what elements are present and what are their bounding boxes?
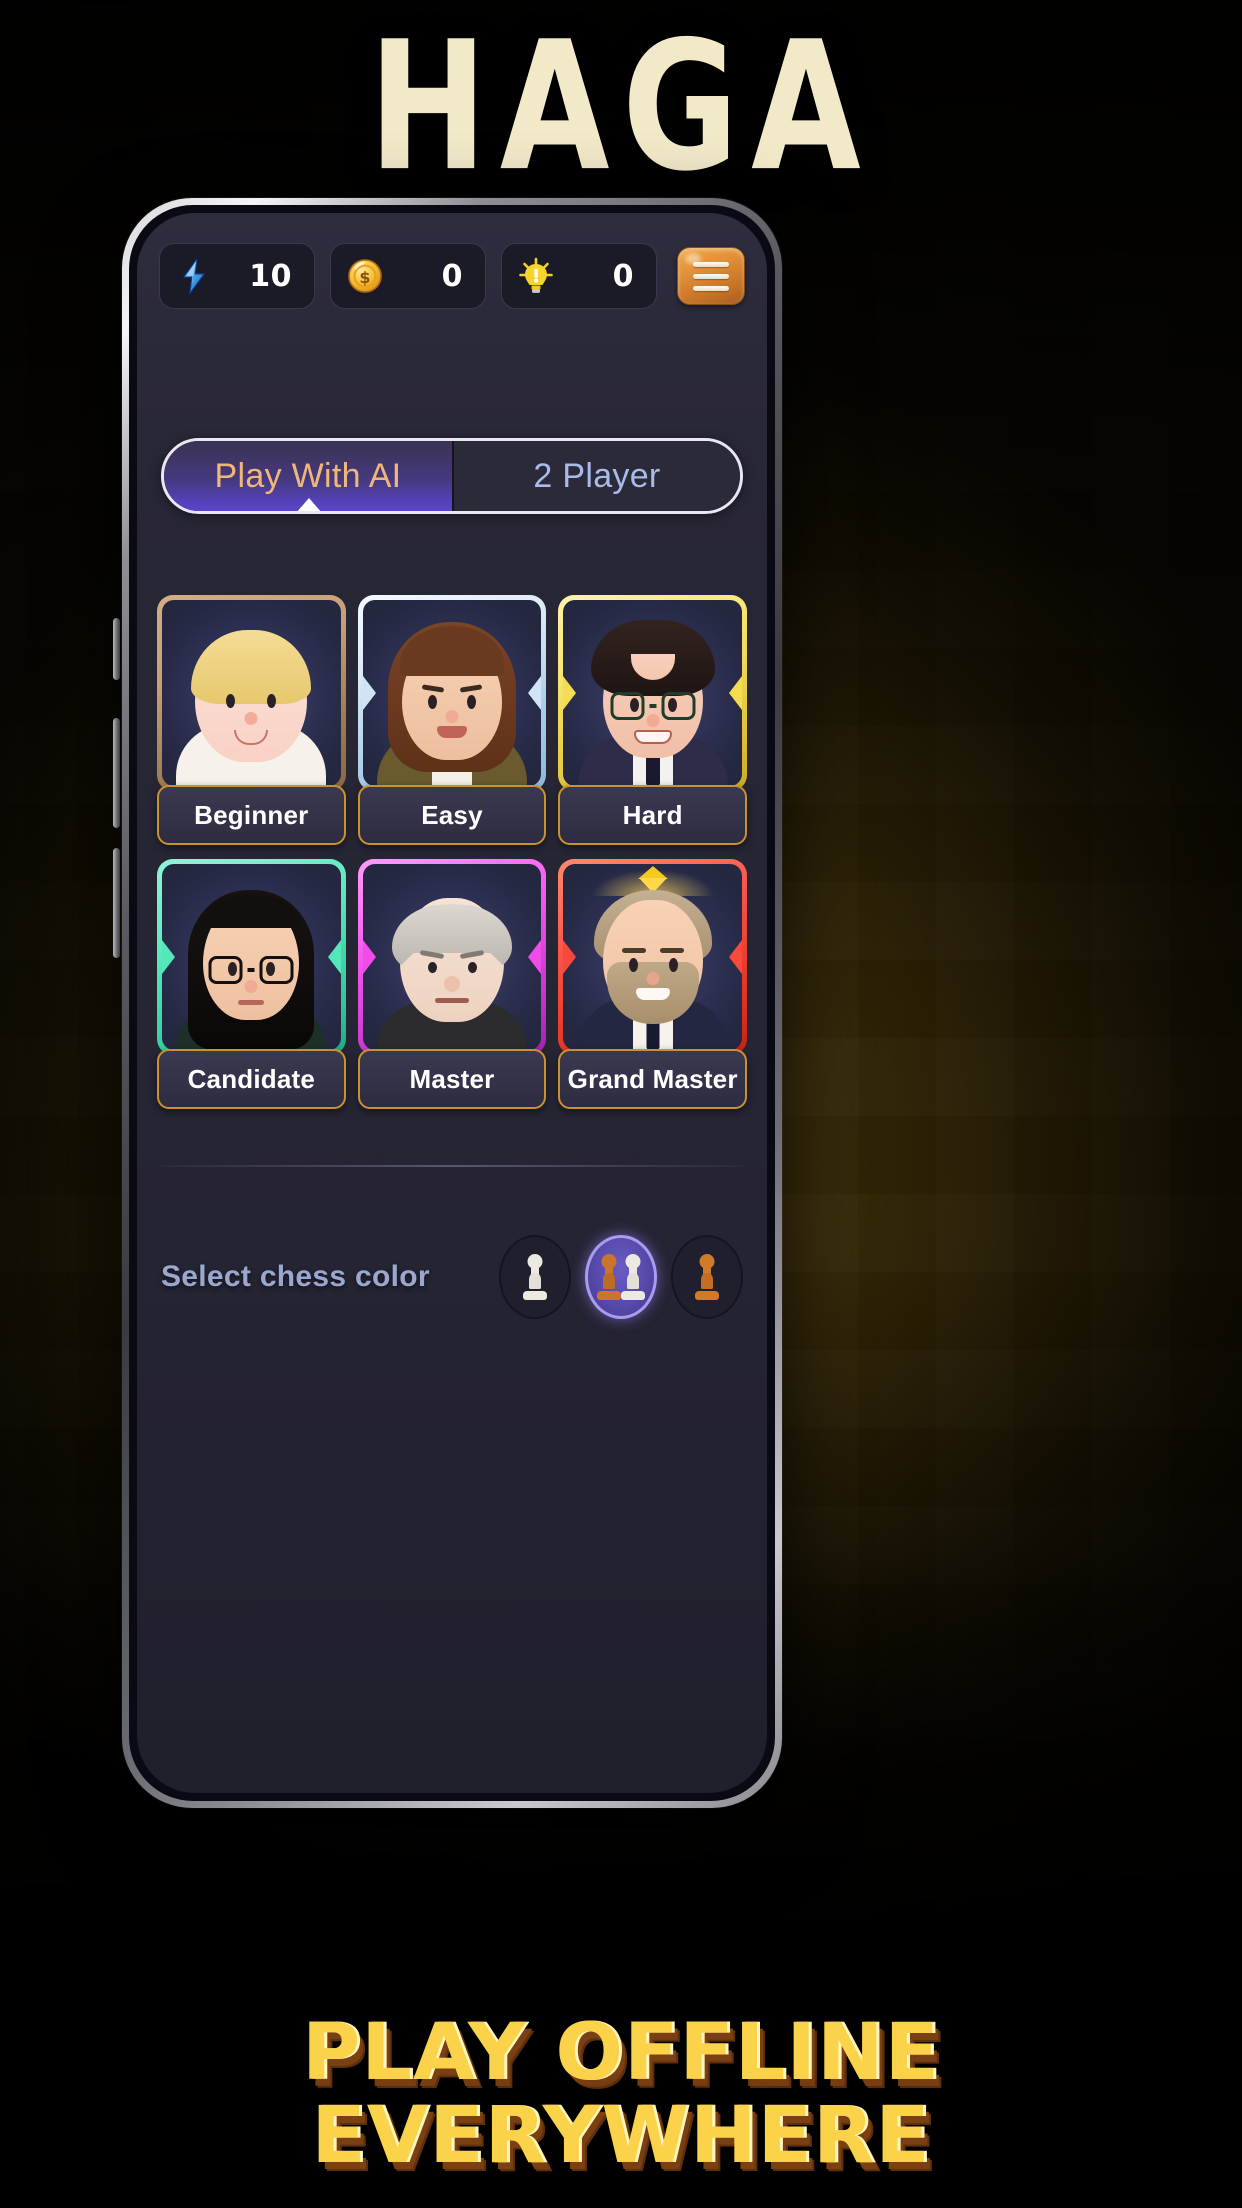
card-frame [357,859,547,1055]
difficulty-card-beginner[interactable]: Beginner [157,595,346,845]
avatar-portrait [362,864,542,1050]
game-mode-toggle[interactable]: Play With AI 2 Player [161,438,743,514]
status-bar: 10 $ 0 0 [159,243,745,309]
lightning-bolt-icon [174,256,214,296]
phone-volume-up-button [113,718,120,828]
energy-counter[interactable]: 10 [159,243,315,309]
difficulty-card-candidate[interactable]: Candidate [157,859,346,1109]
card-label: Master [357,1049,547,1109]
avatar-portrait [563,600,742,786]
avatar-hard [563,600,742,786]
frame-notch-right-icon [729,676,742,710]
hint-counter[interactable]: 0 [501,243,657,309]
frame-notch-left-icon [162,940,175,974]
lightbulb-hint-icon [516,256,556,296]
difficulty-card-master[interactable]: Master [357,859,547,1109]
card-label: Beginner [157,785,346,845]
tab-2-player-label: 2 Player [533,456,661,495]
white-pawn-option[interactable] [499,1235,571,1319]
avatar-portrait [362,600,542,786]
avatar-portrait [563,864,742,1050]
menu-line [693,261,729,267]
avatar-grand-master [563,864,742,1050]
chess-color-label: Select chess color [161,1260,430,1293]
phone-bezel: 10 $ 0 0 Play With AI 2 Player Beginner … [129,205,775,1801]
frame-notch-right-icon [528,940,542,974]
avatar-easy [363,600,542,786]
frame-notch-left-icon [563,940,577,974]
frame-notch-right-icon [729,940,742,974]
difficulty-grid: Beginner Easy Hard Candidate Master Gran… [157,595,747,1109]
random-pawn-option[interactable] [585,1235,657,1319]
frame-notch-left-icon [362,940,376,974]
avatar-master [363,864,542,1050]
banner-line-2: EVERYWHERE [311,2090,931,2181]
section-divider [161,1165,743,1167]
frame-notch-left-icon [563,676,577,710]
card-frame [357,595,547,791]
phone-mockup: 10 $ 0 0 Play With AI 2 Player Beginner … [113,198,782,1808]
avatar-portrait [162,600,341,786]
coin-value: 0 [441,258,463,294]
frame-notch-right-icon [528,676,542,710]
card-label: Grand Master [558,1049,747,1109]
phone-mute-button [113,618,120,680]
chess-color-selector: Select chess color [161,1233,743,1321]
hamburger-menu-button[interactable] [677,247,745,305]
tab-2-player[interactable]: 2 Player [452,441,740,511]
svg-text:$: $ [359,268,370,287]
avatar-candidate [162,864,341,1050]
white-pawn-icon [621,1254,645,1300]
card-label: Candidate [157,1049,346,1109]
menu-line [693,285,729,291]
phone-volume-down-button [113,848,120,958]
gold-coin-icon: $ [345,256,385,296]
frame-notch-left-icon [362,676,376,710]
white-pawn-icon [522,1254,548,1300]
chess-color-options [499,1235,743,1319]
difficulty-card-easy[interactable]: Easy [357,595,547,845]
banner-line-1: PLAY OFFLINE [301,2008,941,2099]
card-frame [558,595,747,791]
energy-value: 10 [249,258,292,294]
difficulty-card-grand-master[interactable]: Grand Master [558,859,747,1109]
tab-play-with-ai-label: Play With AI [214,456,402,495]
brown-pawn-icon [597,1254,621,1300]
card-label: Hard [558,785,747,845]
page-title: HAGA [368,3,874,211]
difficulty-card-hard[interactable]: Hard [558,595,747,845]
brown-pawn-icon [694,1254,720,1300]
active-tab-pointer-icon [296,498,322,511]
coin-counter[interactable]: $ 0 [330,243,486,309]
card-frame [157,859,346,1055]
hint-value: 0 [612,258,634,294]
brown-pawn-option[interactable] [671,1235,743,1319]
avatar-portrait [162,864,341,1050]
card-frame [157,595,346,791]
card-label: Easy [357,785,547,845]
bottom-banner: PLAY OFFLINE EVERYWHERE [0,2008,1242,2181]
menu-line [693,273,729,279]
app-screen: 10 $ 0 0 Play With AI 2 Player Beginner … [137,213,767,1793]
card-frame [558,859,747,1055]
avatar-beginner [162,600,341,786]
frame-notch-right-icon [327,940,341,974]
